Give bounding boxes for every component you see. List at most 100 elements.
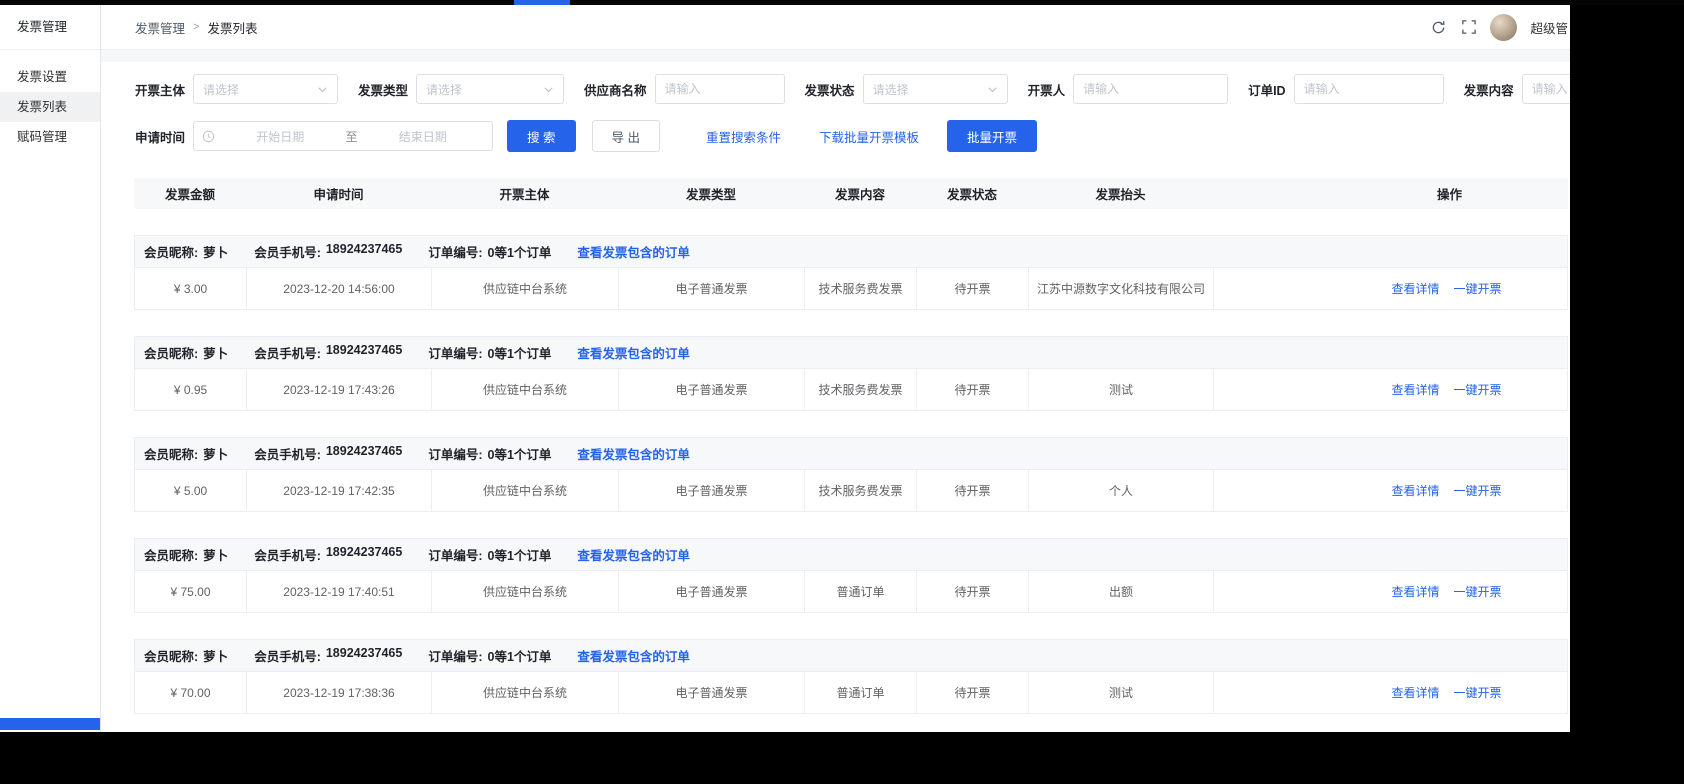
- cell-amount: ¥ 3.00: [135, 268, 247, 309]
- view-included-orders-link[interactable]: 查看发票包含的订单: [577, 646, 690, 665]
- scrollbar-thumb[interactable]: [0, 718, 100, 730]
- invoice-content-input[interactable]: [1522, 74, 1570, 104]
- one-click-invoice-link[interactable]: 一键开票: [1454, 684, 1502, 701]
- apply-time-label: 申请时间: [135, 127, 185, 146]
- table-row: ¥ 70.00 2023-12-19 17:38:36 供应链中台系统 电子普通…: [135, 672, 1567, 713]
- invoice-group: 会员昵称: 萝卜 会员手机号: 18924237465 订单编号: 0等1个订单…: [134, 336, 1568, 411]
- chevron-down-icon: [317, 84, 328, 95]
- col-header-apply-time: 申请时间: [246, 184, 431, 203]
- view-detail-link[interactable]: 查看详情: [1391, 583, 1439, 600]
- clock-icon: [202, 130, 215, 143]
- topbar-right: 超级管: [1430, 14, 1568, 41]
- supplier-name-input[interactable]: [655, 74, 785, 104]
- cell-type: 电子普通发票: [619, 470, 805, 511]
- chevron-down-icon: [987, 84, 998, 95]
- sidebar-item-invoice-list[interactable]: 发票列表: [0, 92, 100, 122]
- invoice-status-select[interactable]: 请选择: [863, 74, 1008, 104]
- order-label: 订单编号:: [428, 242, 482, 261]
- sidebar-item-invoice-settings[interactable]: 发票设置: [0, 62, 100, 92]
- breadcrumb-current: 发票列表: [207, 18, 257, 37]
- order-value: 0等1个订单: [488, 545, 552, 564]
- order-number: 订单编号: 0等1个订单: [428, 646, 551, 665]
- filter-row-2: 申请时间 开始日期 至 结束日期 搜 索 导 出 重置搜索条件 下载批量开票模板…: [135, 120, 1570, 152]
- breadcrumb-root[interactable]: 发票管理: [135, 18, 185, 37]
- breadcrumb-separator-icon: >: [193, 21, 199, 33]
- topbar: 发票管理 > 发票列表 超级管: [101, 5, 1570, 50]
- filter-invoice-content: 发票内容: [1464, 74, 1570, 104]
- date-range-picker[interactable]: 开始日期 至 结束日期: [193, 121, 493, 151]
- nickname-label: 会员昵称:: [144, 444, 198, 463]
- select-placeholder: 请选择: [203, 81, 239, 98]
- phone-value: 18924237465: [326, 545, 402, 564]
- view-included-orders-link[interactable]: 查看发票包含的订单: [577, 343, 690, 362]
- member-nickname: 会员昵称: 萝卜: [144, 242, 228, 261]
- invoice-subject-select[interactable]: 请选择: [193, 74, 338, 104]
- col-header-subject: 开票主体: [431, 184, 618, 203]
- cell-status: 待开票: [917, 369, 1029, 410]
- member-nickname: 会员昵称: 萝卜: [144, 646, 228, 665]
- order-number: 订单编号: 0等1个订单: [428, 444, 551, 463]
- date-start-placeholder[interactable]: 开始日期: [219, 128, 342, 145]
- cell-actions: 查看详情 一键开票: [1214, 268, 1567, 309]
- cell-content: 技术服务费发票: [805, 268, 917, 309]
- nickname-label: 会员昵称:: [144, 343, 198, 362]
- view-included-orders-link[interactable]: 查看发票包含的订单: [577, 242, 690, 261]
- fullscreen-icon[interactable]: [1460, 19, 1477, 36]
- page-gap: [101, 50, 1570, 62]
- group-header: 会员昵称: 萝卜 会员手机号: 18924237465 订单编号: 0等1个订单…: [135, 640, 1567, 672]
- cell-subject: 供应链中台系统: [432, 268, 619, 309]
- order-label: 订单编号:: [428, 545, 482, 564]
- download-batch-template-link[interactable]: 下载批量开票模板: [819, 127, 919, 146]
- phone-label: 会员手机号:: [254, 646, 321, 665]
- view-detail-link[interactable]: 查看详情: [1391, 684, 1439, 701]
- one-click-invoice-link[interactable]: 一键开票: [1454, 280, 1502, 297]
- cell-amount: ¥ 75.00: [135, 571, 247, 612]
- table-row: ¥ 75.00 2023-12-19 17:40:51 供应链中台系统 电子普通…: [135, 571, 1567, 612]
- view-included-orders-link[interactable]: 查看发票包含的订单: [577, 444, 690, 463]
- cell-apply-time: 2023-12-19 17:40:51: [247, 571, 432, 612]
- chevron-down-icon: [543, 84, 554, 95]
- order-number: 订单编号: 0等1个订单: [428, 545, 551, 564]
- export-button[interactable]: 导 出: [592, 120, 660, 152]
- sidebar-item-code-management[interactable]: 赋码管理: [0, 122, 100, 152]
- cell-actions: 查看详情 一键开票: [1214, 369, 1567, 410]
- issuer-input[interactable]: [1073, 74, 1228, 104]
- phone-label: 会员手机号:: [254, 242, 321, 261]
- member-phone: 会员手机号: 18924237465: [254, 343, 402, 362]
- app-window: 发票管理 发票设置 发票列表 赋码管理 发票管理 > 发票列表: [0, 5, 1570, 732]
- one-click-invoice-link[interactable]: 一键开票: [1454, 482, 1502, 499]
- view-detail-link[interactable]: 查看详情: [1391, 482, 1439, 499]
- view-included-orders-link[interactable]: 查看发票包含的订单: [577, 545, 690, 564]
- cell-content: 技术服务费发票: [805, 369, 917, 410]
- one-click-invoice-link[interactable]: 一键开票: [1454, 583, 1502, 600]
- order-label: 订单编号:: [428, 646, 482, 665]
- invoice-type-select[interactable]: 请选择: [416, 74, 564, 104]
- order-id-input[interactable]: [1294, 74, 1444, 104]
- cell-subject: 供应链中台系统: [432, 369, 619, 410]
- member-phone: 会员手机号: 18924237465: [254, 444, 402, 463]
- phone-value: 18924237465: [326, 444, 402, 463]
- date-end-placeholder[interactable]: 结束日期: [362, 128, 485, 145]
- view-detail-link[interactable]: 查看详情: [1391, 381, 1439, 398]
- cell-status: 待开票: [917, 672, 1029, 713]
- select-placeholder: 请选择: [426, 81, 462, 98]
- avatar[interactable]: [1490, 14, 1517, 41]
- reset-filters-link[interactable]: 重置搜索条件: [706, 127, 781, 146]
- col-header-status: 发票状态: [916, 184, 1028, 203]
- col-header-title: 发票抬头: [1028, 184, 1213, 203]
- nickname-label: 会员昵称:: [144, 242, 198, 261]
- order-label: 订单编号:: [428, 343, 482, 362]
- member-nickname: 会员昵称: 萝卜: [144, 343, 228, 362]
- one-click-invoice-link[interactable]: 一键开票: [1454, 381, 1502, 398]
- refresh-icon[interactable]: [1430, 19, 1447, 36]
- batch-invoice-button[interactable]: 批量开票: [947, 120, 1037, 152]
- invoice-group: 会员昵称: 萝卜 会员手机号: 18924237465 订单编号: 0等1个订单…: [134, 538, 1568, 613]
- cell-amount: ¥ 5.00: [135, 470, 247, 511]
- table-groups: 会员昵称: 萝卜 会员手机号: 18924237465 订单编号: 0等1个订单…: [134, 235, 1568, 714]
- view-detail-link[interactable]: 查看详情: [1391, 280, 1439, 297]
- search-button[interactable]: 搜 索: [507, 120, 575, 152]
- cell-title: 测试: [1029, 369, 1214, 410]
- cell-content: 技术服务费发票: [805, 470, 917, 511]
- cell-actions: 查看详情 一键开票: [1214, 571, 1567, 612]
- table-header-row: 发票金额 申请时间 开票主体 发票类型 发票内容 发票状态 发票抬头 操作: [134, 178, 1568, 209]
